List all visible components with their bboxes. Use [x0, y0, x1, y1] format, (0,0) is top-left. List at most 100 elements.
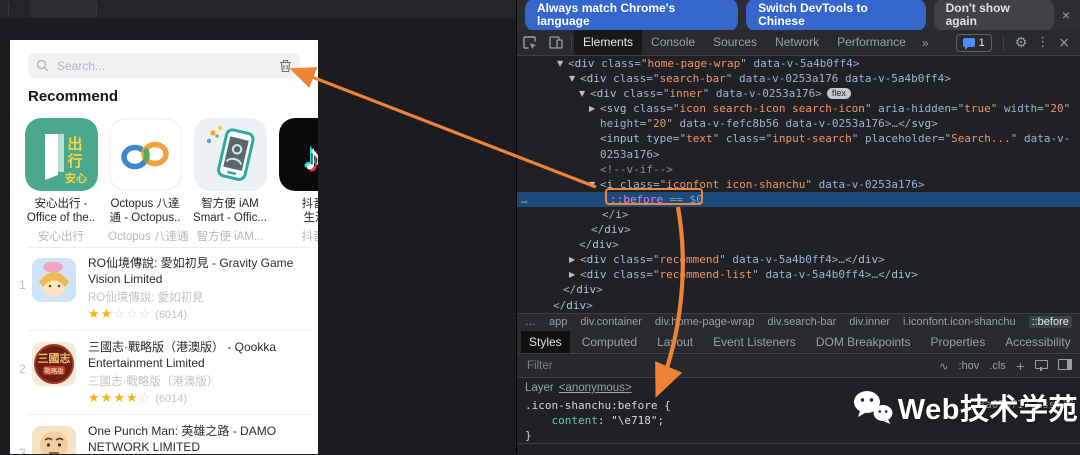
breadcrumb-item[interactable]: div.inner	[849, 316, 890, 328]
tree-node[interactable]: ▶ <svg class="icon search-icon search-ico…	[517, 101, 1080, 116]
devtools-tab-sources[interactable]: Sources	[704, 30, 766, 55]
devtools-tab-console[interactable]: Console	[642, 30, 704, 55]
search-bar[interactable]	[28, 53, 300, 78]
expand-arrow-icon[interactable]: ▼	[569, 71, 580, 86]
code-token: "	[666, 117, 673, 131]
trash-icon[interactable]	[279, 59, 292, 73]
new-style-rule-icon[interactable]: +	[1016, 360, 1025, 373]
styles-tab-layout[interactable]: Layout	[649, 331, 701, 353]
devtools-tab-network[interactable]: Network	[766, 30, 828, 55]
element-state-icon[interactable]: ∿	[939, 360, 948, 373]
breadcrumb-item[interactable]: ::before	[1028, 316, 1072, 328]
expand-arrow-icon[interactable]: ▼	[557, 56, 568, 71]
code-token: >	[621, 207, 629, 221]
list-item[interactable]: 1 RO仙境傳說: 愛如初見 - Gravity Game Vision Limi…	[10, 252, 318, 336]
device-toolbar-icon[interactable]	[543, 36, 569, 49]
sgz-app-icon[interactable]: 三國志 戰略版	[32, 342, 76, 386]
app-card-subtitle: Octopus 八達通	[108, 231, 189, 243]
code-token: input-search	[772, 132, 852, 146]
stylesheet-source-link[interactable]: 3a02bf17.css:17	[979, 398, 1074, 413]
app-card[interactable]: 出行安心 安心出行 - Office of the.. 安心出行	[24, 118, 98, 244]
toggle-hover-button[interactable]: :hov	[958, 360, 979, 372]
list-item[interactable]: 3 One Punch Man: 英雄之路 - DAMO NETWORK LIMI…	[10, 420, 318, 454]
app-card-title: 安心出行 - Office of the..	[26, 198, 96, 224]
expand-arrow-icon[interactable]: ▶	[589, 101, 600, 116]
tree-node[interactable]: ▶ <div class="recommend-list" data-v-5a4b…	[517, 267, 1080, 282]
devtools-tab-performance[interactable]: Performance	[828, 30, 915, 55]
element-classes-button[interactable]: .cls	[989, 360, 1006, 372]
infobar-button[interactable]: Always match Chrome's language	[525, 0, 739, 32]
code-token: >	[944, 72, 951, 86]
list-item[interactable]: 2 三國志 戰略版 三國志·戰略版（港澳版） - Qookka Entertainme…	[10, 336, 318, 420]
infobar-close-icon[interactable]: ×	[1062, 7, 1070, 23]
issues-badge[interactable]: 1	[955, 33, 992, 52]
css-declaration-line[interactable]: content: "\e718";	[517, 413, 1080, 428]
breadcrumb-item[interactable]: i.iconfont.icon-shanchu	[903, 316, 1016, 328]
styles-tab-properties[interactable]: Properties	[923, 331, 994, 353]
ro-app-icon[interactable]	[32, 258, 76, 302]
tree-node[interactable]: ▼ <div class="inner" data-v-0253a176> flex	[517, 86, 1080, 101]
opm-app-icon[interactable]	[32, 426, 76, 454]
list-item-text: 三國志·戰略版（港澳版） - Qookka Entertainment Limi…	[88, 340, 310, 406]
expand-arrow-icon[interactable]: ▼	[589, 177, 600, 192]
code-token: >	[852, 57, 860, 70]
tiktok-app-icon[interactable]: ♪ ♪ ♪	[278, 118, 318, 191]
tree-node[interactable]: </i>	[517, 207, 1080, 222]
tree-node[interactable]: 0253a176>	[517, 147, 1080, 162]
devtools-tab-elements[interactable]: Elements	[574, 30, 643, 55]
tab-divider	[96, 2, 97, 16]
tree-node[interactable]: ▼ <i class="iconfont icon-shanchu" data-v…	[517, 177, 1080, 192]
breadcrumb-item[interactable]: div.container	[580, 316, 642, 328]
code-token: i	[615, 207, 622, 221]
tree-node[interactable]: </div>	[517, 298, 1080, 313]
styles-tab-styles[interactable]: Styles	[521, 330, 570, 353]
layer-anonymous-link[interactable]: <anonymous>	[559, 382, 632, 394]
octopus-app-icon[interactable]	[108, 118, 182, 191]
tree-node[interactable]: </div>	[517, 222, 1080, 237]
app-card[interactable]: 智方便 iAM Smart - Offic... 智方便 iAM...	[193, 118, 267, 244]
tree-node[interactable]: <!--v-if-->	[517, 162, 1080, 177]
tree-node[interactable]: ▼ <div class="search-bar" data-v-0253a176…	[517, 71, 1080, 86]
flex-badge[interactable]: flex	[826, 88, 851, 100]
styles-tab-accessibility[interactable]: Accessibility	[997, 331, 1078, 353]
star-icon: ★	[100, 391, 114, 406]
expand-arrow-icon[interactable]: ▶	[569, 267, 580, 282]
kebab-menu-icon[interactable]: ⋮	[1036, 35, 1049, 50]
breadcrumb-item[interactable]: app	[549, 316, 567, 328]
code-token: <	[568, 57, 575, 70]
tree-node[interactable]: ▶ <div class="recommend" data-v-5a4b0ff4>…	[517, 252, 1080, 267]
settings-gear-icon[interactable]: ⚙	[1015, 35, 1028, 51]
styles-tab-dom-breakpoints[interactable]: DOM Breakpoints	[808, 331, 919, 353]
breadcrumb-item[interactable]: div.search-bar	[767, 316, 836, 328]
tree-node[interactable]: <input type="text" class="input-search" …	[517, 131, 1080, 146]
tree-node[interactable]: </div>	[517, 282, 1080, 297]
row-overflow-ellipsis: …	[521, 192, 528, 206]
tree-node[interactable]: height="20" data-v-fefc8b56 data-v-0253a…	[517, 116, 1080, 131]
anxin-app-icon[interactable]: 出行安心	[24, 118, 98, 191]
tree-node[interactable]: ▼ <div class="home-page-wrap" data-v-5a4b…	[517, 56, 1080, 71]
breadcrumb-item[interactable]: div.home-page-wrap	[655, 316, 754, 328]
app-card[interactable]: Octopus 八達通 - Octopus.. Octopus 八達通	[108, 118, 189, 244]
styles-tab-computed[interactable]: Computed	[574, 331, 645, 353]
browser-tab[interactable]	[30, 0, 96, 18]
breadcrumb-item[interactable]: …	[525, 316, 536, 328]
search-input[interactable]	[55, 57, 279, 74]
styles-tab-event-listeners[interactable]: Event Listeners	[705, 331, 804, 353]
more-tabs-chevron[interactable]: »	[915, 36, 936, 50]
app-card[interactable]: ♪♪♪ 抖音-生活抖音-	[278, 118, 318, 244]
inspect-element-icon[interactable]	[517, 35, 543, 50]
tree-node-before-selected[interactable]: …::before == $0	[517, 191, 1080, 207]
rendering-icon[interactable]	[1035, 360, 1048, 372]
expand-arrow-icon[interactable]: ▼	[579, 86, 590, 101]
infobar-button[interactable]: Don't show again	[933, 0, 1054, 32]
infobar-button[interactable]: Switch DevTools to Chinese	[746, 0, 926, 32]
iamsmart-app-icon[interactable]	[193, 118, 267, 191]
devtools-close-icon[interactable]: ×	[1058, 35, 1070, 51]
code-token: true	[964, 102, 991, 116]
expand-arrow-icon[interactable]: ▶	[569, 252, 580, 267]
code-token: home-page-wrap	[647, 57, 741, 70]
styles-filter-input[interactable]	[525, 359, 930, 373]
code-token: >	[917, 177, 925, 191]
tree-node[interactable]: </div>	[517, 237, 1080, 252]
computed-sidebar-toggle-icon[interactable]	[1058, 359, 1072, 373]
